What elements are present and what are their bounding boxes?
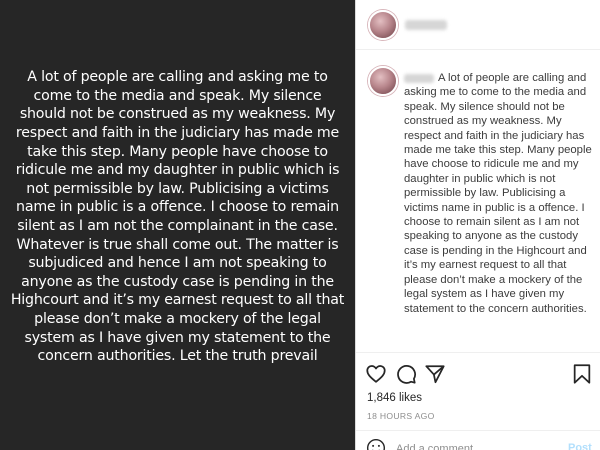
blurred-username[interactable] (405, 20, 447, 30)
emoji-icon[interactable] (366, 438, 386, 450)
bookmark-icon[interactable] (571, 363, 593, 385)
post-image-text: A lot of people are calling and asking m… (10, 69, 345, 365)
comment-icon[interactable] (395, 363, 417, 385)
comment-bar: Post (356, 430, 600, 450)
caption-avatar[interactable] (368, 66, 398, 96)
post-header (356, 0, 600, 50)
post-timestamp[interactable]: 18 HOURS AGO (367, 411, 435, 421)
heart-icon[interactable] (365, 363, 387, 385)
avatar[interactable] (368, 10, 398, 40)
likes-count[interactable]: 1,846 likes (367, 392, 422, 404)
post-actions: 1,846 likes 18 HOURS AGO (356, 352, 600, 430)
caption-area: A lot of people are calling and asking m… (356, 50, 600, 352)
post-side-panel: A lot of people are calling and asking m… (355, 0, 600, 450)
share-icon[interactable] (424, 363, 446, 385)
post-image: A lot of people are calling and asking m… (0, 0, 355, 450)
comment-input[interactable] (396, 442, 546, 450)
caption-text: A lot of people are calling and asking m… (404, 72, 592, 315)
post-comment-button[interactable]: Post (568, 442, 592, 450)
